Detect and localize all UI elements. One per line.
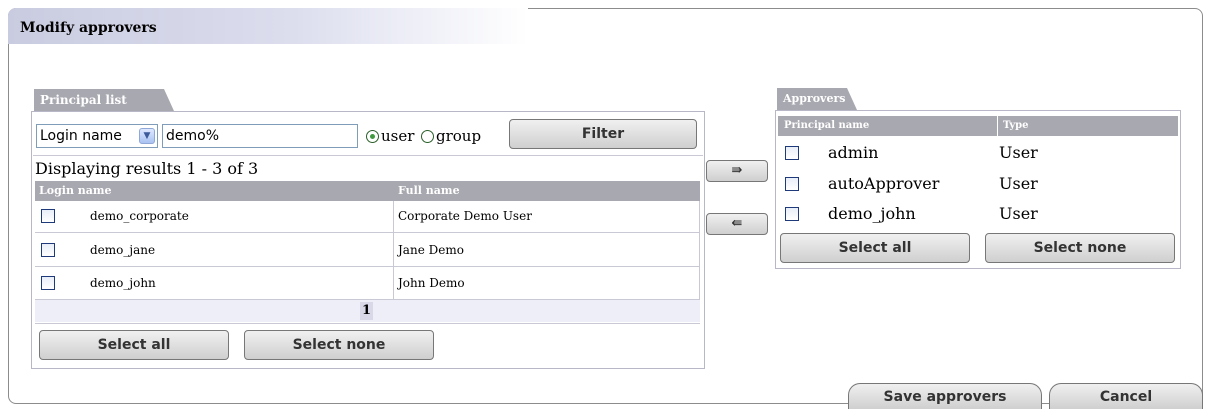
remove-approver-button[interactable]: ⇚	[706, 213, 768, 235]
row-divider	[35, 266, 700, 267]
principal-table-header	[35, 181, 700, 201]
approver-name: admin	[828, 143, 879, 162]
approvers-select-none-button[interactable]: Select none	[985, 233, 1175, 263]
approver-name: autoApprover	[828, 174, 940, 193]
page-title: Modify approvers	[20, 20, 157, 36]
column-divider	[997, 116, 998, 136]
approver-name: demo_john	[828, 204, 916, 223]
search-field-selected: Login name	[40, 128, 122, 144]
divider	[35, 323, 700, 324]
select-all-button[interactable]: Select all	[39, 330, 229, 360]
tab-principal-list: Principal list	[34, 89, 174, 111]
add-approver-button[interactable]: ⇛	[706, 160, 768, 182]
results-count: Displaying results 1 - 3 of 3	[35, 159, 259, 178]
row-checkbox[interactable]	[41, 209, 55, 223]
approver-checkbox[interactable]	[785, 177, 799, 191]
radio-group[interactable]	[421, 130, 434, 143]
approver-type: User	[999, 204, 1038, 223]
row-divider	[35, 232, 700, 233]
tab-approvers: Approvers	[777, 88, 857, 110]
arrow-right-icon: ⇛	[731, 163, 743, 178]
column-header-fullname[interactable]: Full name	[398, 181, 460, 201]
save-approvers-button[interactable]: Save approvers	[848, 383, 1042, 409]
column-header-principal-name[interactable]: Principal name	[784, 116, 869, 136]
row-fullname: Corporate Demo User	[398, 209, 532, 223]
row-checkbox[interactable]	[41, 276, 55, 290]
row-checkbox[interactable]	[41, 243, 55, 257]
search-field-select[interactable]: Login name ▼	[36, 124, 158, 148]
approver-checkbox[interactable]	[785, 207, 799, 221]
filter-button[interactable]: Filter	[509, 119, 697, 149]
cancel-button[interactable]: Cancel	[1049, 383, 1203, 409]
divider	[33, 155, 703, 156]
radio-user-label: user	[381, 127, 415, 145]
approvers-select-all-button[interactable]: Select all	[780, 233, 970, 263]
radio-user[interactable]	[366, 130, 379, 143]
radio-group-label: group	[436, 127, 482, 145]
row-fullname: John Demo	[398, 276, 465, 290]
arrow-left-icon: ⇚	[731, 216, 743, 231]
row-login: demo_jane	[90, 243, 156, 257]
column-divider	[699, 201, 700, 300]
row-login: demo_corporate	[90, 209, 189, 223]
column-divider	[393, 201, 394, 300]
chevron-down-icon[interactable]: ▼	[139, 128, 155, 144]
search-input[interactable]	[162, 124, 358, 148]
page-1-link[interactable]: 1	[360, 302, 373, 320]
approver-type: User	[999, 174, 1038, 193]
row-login: demo_john	[90, 276, 156, 290]
row-fullname: Jane Demo	[398, 243, 464, 257]
select-none-button[interactable]: Select none	[244, 330, 434, 360]
column-header-login[interactable]: Login name	[39, 181, 112, 201]
column-header-type[interactable]: Type	[1003, 116, 1029, 136]
approver-checkbox[interactable]	[785, 146, 799, 160]
approver-type: User	[999, 143, 1038, 162]
